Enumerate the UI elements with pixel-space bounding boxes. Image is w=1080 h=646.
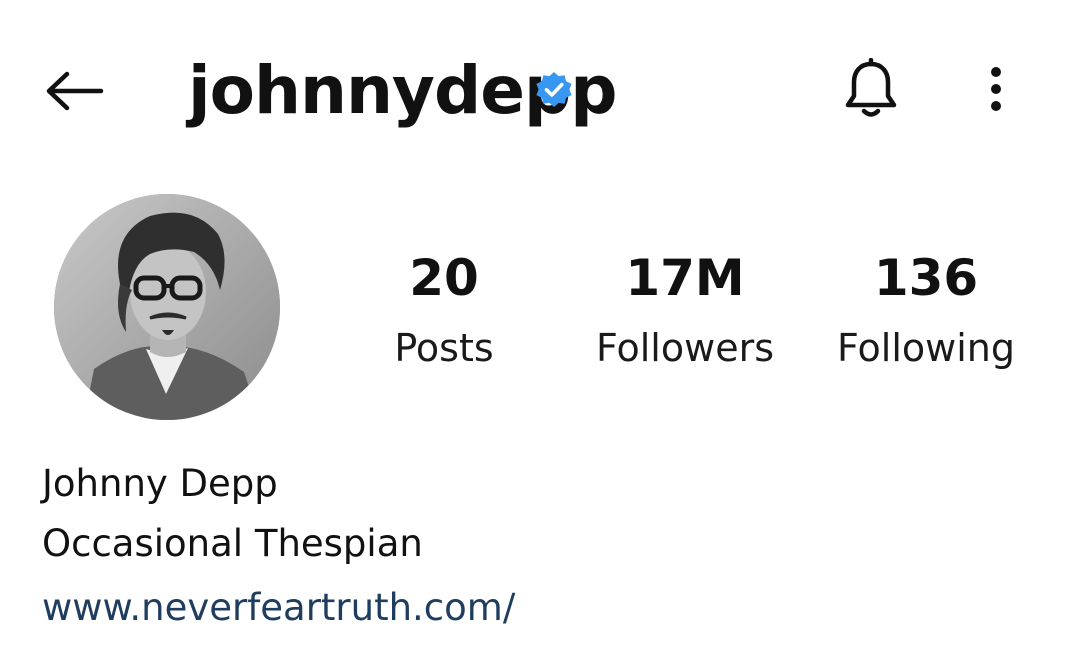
profile-avatar[interactable] xyxy=(54,194,280,420)
bio-text: Occasional Thespian xyxy=(42,522,423,565)
stat-posts[interactable]: 20 Posts xyxy=(339,240,549,380)
stat-followers[interactable]: 17M Followers xyxy=(580,240,790,380)
notifications-button[interactable] xyxy=(836,54,906,128)
stat-posts-value: 20 xyxy=(409,249,479,307)
more-options-button[interactable] xyxy=(972,58,1020,124)
more-vertical-icon xyxy=(989,66,1003,116)
stat-following[interactable]: 136 Following xyxy=(821,240,1031,380)
arrow-left-icon xyxy=(41,71,105,115)
bio-link[interactable]: www.neverfeartruth.com/ xyxy=(42,580,515,636)
stat-followers-label: Followers xyxy=(596,326,774,370)
stat-following-value: 136 xyxy=(873,249,979,307)
stat-following-label: Following xyxy=(837,326,1015,370)
back-button[interactable] xyxy=(30,58,116,128)
stat-posts-label: Posts xyxy=(394,326,494,370)
bio-name: Johnny Depp xyxy=(42,462,278,505)
bell-icon xyxy=(843,57,899,124)
verified-badge-icon xyxy=(534,70,574,110)
stat-followers-value: 17M xyxy=(625,249,745,307)
